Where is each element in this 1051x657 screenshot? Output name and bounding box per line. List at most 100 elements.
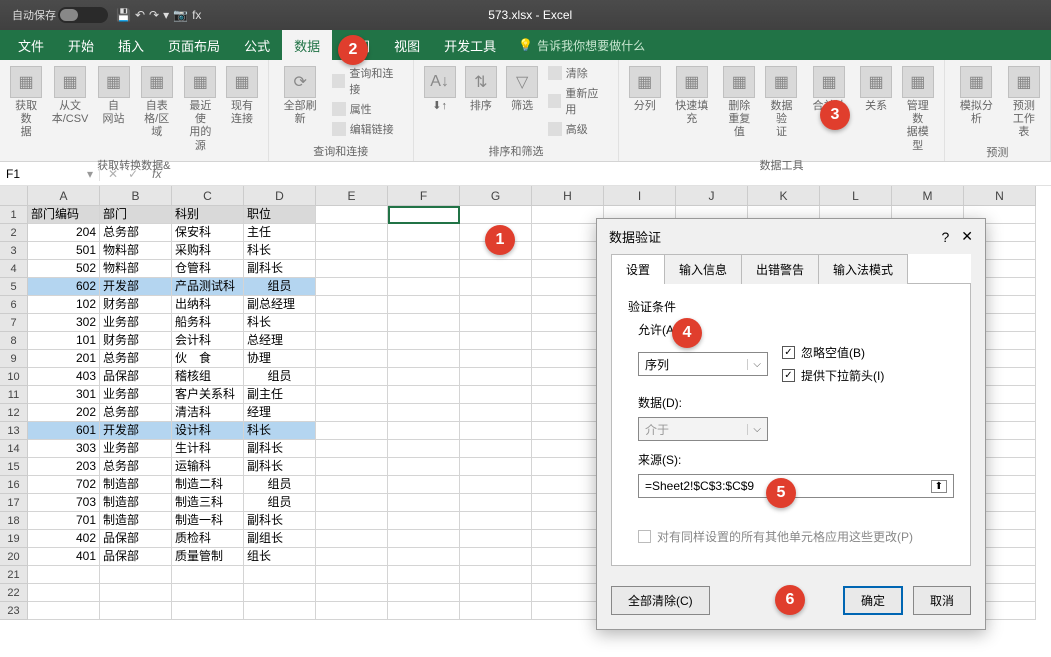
row-header[interactable]: 9 <box>0 350 28 368</box>
empty-cell[interactable] <box>388 440 460 458</box>
data-cell[interactable]: 总务部 <box>100 224 172 242</box>
empty-cell[interactable] <box>532 512 604 530</box>
empty-cell[interactable] <box>532 422 604 440</box>
empty-cell[interactable] <box>316 602 388 620</box>
data-cell[interactable]: 制造三科 <box>172 494 244 512</box>
empty-cell[interactable] <box>244 584 316 602</box>
enter-icon[interactable]: ✓ <box>128 167 138 181</box>
cancel-icon[interactable]: ✕ <box>108 167 118 181</box>
source-input[interactable]: =Sheet2!$C$3:$C$9 ⬆ <box>638 474 954 498</box>
row-header[interactable]: 7 <box>0 314 28 332</box>
data-cell[interactable]: 副主任 <box>244 386 316 404</box>
empty-cell[interactable] <box>100 566 172 584</box>
ribbon-button[interactable]: ▦自表格/区域 <box>135 64 178 155</box>
empty-cell[interactable] <box>532 404 604 422</box>
empty-cell[interactable] <box>388 314 460 332</box>
data-cell[interactable]: 清洁科 <box>172 404 244 422</box>
select-all-corner[interactable] <box>0 186 28 206</box>
data-cell[interactable]: 总务部 <box>100 458 172 476</box>
col-header[interactable]: M <box>892 186 964 206</box>
empty-cell[interactable] <box>532 224 604 242</box>
empty-cell[interactable] <box>388 332 460 350</box>
empty-cell[interactable] <box>532 476 604 494</box>
data-cell[interactable]: 副科长 <box>244 458 316 476</box>
empty-cell[interactable] <box>532 584 604 602</box>
row-header[interactable]: 10 <box>0 368 28 386</box>
empty-cell[interactable] <box>532 602 604 620</box>
data-cell[interactable]: 质量管制 <box>172 548 244 566</box>
row-header[interactable]: 17 <box>0 494 28 512</box>
row-header[interactable]: 3 <box>0 242 28 260</box>
tab-view[interactable]: 视图 <box>382 30 432 61</box>
data-cell[interactable]: 301 <box>28 386 100 404</box>
empty-cell[interactable] <box>460 368 532 386</box>
row-header[interactable]: 5 <box>0 278 28 296</box>
data-cell[interactable]: 组员 <box>244 494 316 512</box>
empty-cell[interactable] <box>460 602 532 620</box>
data-cell[interactable]: 702 <box>28 476 100 494</box>
empty-cell[interactable] <box>388 602 460 620</box>
row-header[interactable]: 13 <box>0 422 28 440</box>
tell-me[interactable]: 💡 告诉我你想要做什么 <box>518 37 645 54</box>
col-header[interactable]: I <box>604 186 676 206</box>
ribbon-button[interactable]: ▦预测工作表 <box>1004 64 1044 142</box>
data-cell[interactable]: 船务科 <box>172 314 244 332</box>
data-cell[interactable]: 主任 <box>244 224 316 242</box>
row-header[interactable]: 15 <box>0 458 28 476</box>
dialog-tab-ime[interactable]: 输入法模式 <box>818 254 908 284</box>
data-cell[interactable]: 业务部 <box>100 314 172 332</box>
clear-button[interactable]: 清除 <box>544 64 612 82</box>
empty-cell[interactable] <box>316 368 388 386</box>
data-cell[interactable]: 品保部 <box>100 530 172 548</box>
row-header[interactable]: 6 <box>0 296 28 314</box>
empty-cell[interactable] <box>388 548 460 566</box>
redo-icon[interactable]: ↷ <box>149 8 159 22</box>
col-header[interactable]: E <box>316 186 388 206</box>
data-cell[interactable]: 开发部 <box>100 278 172 296</box>
empty-cell[interactable] <box>460 494 532 512</box>
empty-cell[interactable] <box>316 422 388 440</box>
ribbon-button[interactable]: ▦删除重复值 <box>719 64 759 155</box>
data-cell[interactable]: 业务部 <box>100 386 172 404</box>
clear-all-button[interactable]: 全部清除(C) <box>611 586 710 615</box>
dialog-tab-input[interactable]: 输入信息 <box>664 254 742 284</box>
data-cell[interactable]: 制造部 <box>100 494 172 512</box>
empty-cell[interactable] <box>316 242 388 260</box>
dialog-tab-settings[interactable]: 设置 <box>611 254 665 284</box>
empty-cell[interactable] <box>460 458 532 476</box>
data-cell[interactable]: 副科长 <box>244 260 316 278</box>
data-cell[interactable]: 品保部 <box>100 368 172 386</box>
more-icon[interactable]: ▾ <box>163 8 169 22</box>
properties-button[interactable]: 属性 <box>328 100 407 118</box>
col-header[interactable]: C <box>172 186 244 206</box>
tab-dev[interactable]: 开发工具 <box>432 30 508 61</box>
autosave-toggle[interactable]: 自动保存 <box>8 5 112 25</box>
empty-cell[interactable] <box>388 296 460 314</box>
empty-cell[interactable] <box>532 530 604 548</box>
data-cell[interactable]: 701 <box>28 512 100 530</box>
empty-cell[interactable] <box>460 440 532 458</box>
data-cell[interactable]: 403 <box>28 368 100 386</box>
empty-cell[interactable] <box>388 260 460 278</box>
col-header[interactable]: N <box>964 186 1036 206</box>
empty-cell[interactable] <box>532 368 604 386</box>
tab-data[interactable]: 数据 <box>282 30 332 61</box>
empty-cell[interactable] <box>100 584 172 602</box>
row-header[interactable]: 1 <box>0 206 28 224</box>
data-cell[interactable]: 102 <box>28 296 100 314</box>
refresh-all-button[interactable]: ⟳ 全部刷新 <box>275 64 326 141</box>
data-cell[interactable]: 生计科 <box>172 440 244 458</box>
table-header[interactable]: 职位 <box>244 206 316 224</box>
fx-icon[interactable]: fx <box>192 8 201 22</box>
data-cell[interactable]: 502 <box>28 260 100 278</box>
ribbon-button[interactable]: ▦快速填充 <box>666 64 717 155</box>
data-cell[interactable]: 总务部 <box>100 350 172 368</box>
queries-connections-button[interactable]: 查询和连接 <box>328 64 407 98</box>
empty-cell[interactable] <box>460 260 532 278</box>
row-header[interactable]: 20 <box>0 548 28 566</box>
empty-cell[interactable] <box>28 584 100 602</box>
tab-formula[interactable]: 公式 <box>232 30 282 61</box>
name-box[interactable]: F1 ▾ <box>0 167 100 181</box>
empty-cell[interactable] <box>388 584 460 602</box>
range-picker-icon[interactable]: ⬆ <box>931 480 947 493</box>
